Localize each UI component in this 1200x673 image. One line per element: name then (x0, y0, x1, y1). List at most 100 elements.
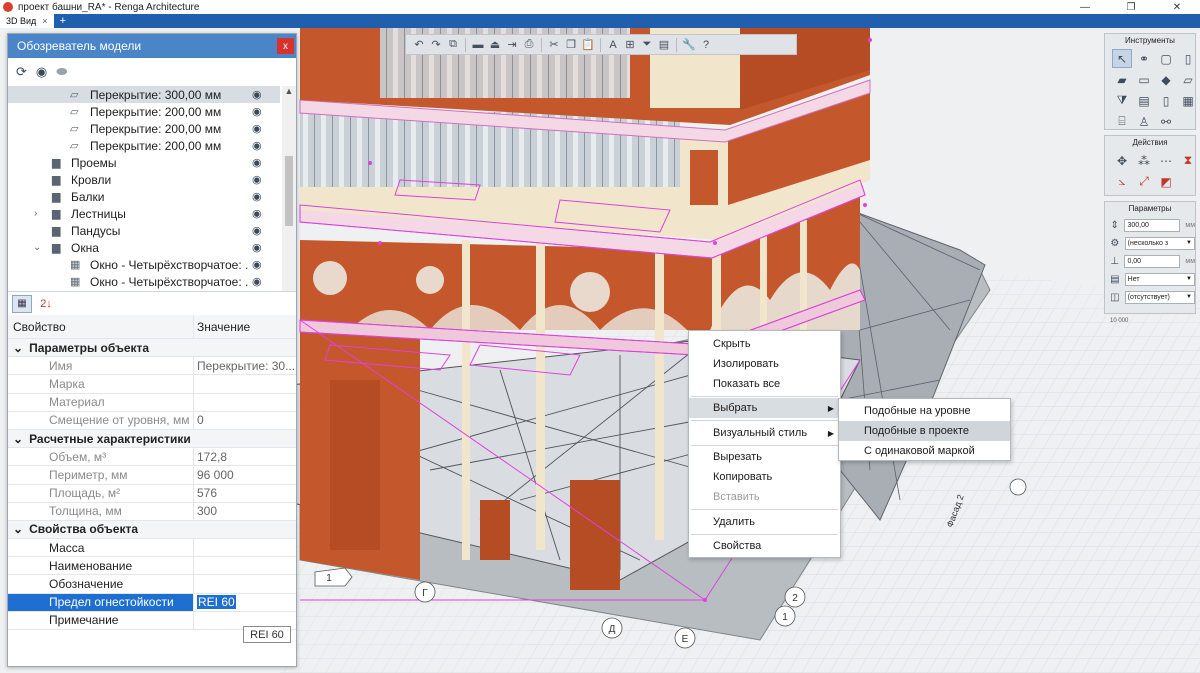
help-icon[interactable]: ? (699, 38, 713, 52)
print-icon[interactable]: ⎙ (522, 38, 536, 52)
add-tab-button[interactable]: + (60, 15, 66, 27)
eye-icon[interactable]: ◉ (252, 241, 262, 254)
paste-icon[interactable]: 📋 (581, 38, 595, 52)
scroll-up-icon[interactable]: ▲ (282, 86, 296, 98)
tab-close-icon[interactable]: × (42, 16, 47, 26)
property-row-selected[interactable]: Предел огнестойкости REI 60 (8, 593, 296, 612)
railing-tool-icon[interactable]: ⌸ (1112, 112, 1132, 131)
hatch-select[interactable]: Нет ▼ (1124, 272, 1195, 286)
eye-icon[interactable]: ◉ (252, 88, 262, 101)
text-icon[interactable]: A (606, 38, 620, 52)
visibility-icon[interactable]: ◉ (36, 64, 47, 80)
eye-icon[interactable]: ◉ (252, 156, 262, 169)
eye-icon[interactable]: ◉ (252, 190, 262, 203)
level-icon[interactable]: ⏏ (488, 38, 502, 52)
menu-item-show-all[interactable]: Показать все (689, 374, 840, 394)
stair-tool-icon[interactable]: ⧩ (1112, 91, 1132, 110)
autocomplete-tooltip[interactable]: REI 60 (243, 626, 291, 643)
property-row[interactable]: Площадь, м² 576 (8, 484, 296, 503)
tree-item[interactable]: ▱ Перекрытие: 200,00 мм ◉ (8, 137, 280, 154)
tree-item[interactable]: ▦ Окно - Четырёхстворчатое: ... ◉ (8, 273, 280, 290)
eye-icon[interactable]: ◉ (252, 122, 262, 135)
filter-icon[interactable]: ⏷ (640, 38, 654, 52)
tree-item[interactable]: ▦ Окно - Четырёхстворчатое: ... ◉ (8, 256, 280, 273)
cut-paste-icon[interactable]: ▬ (471, 38, 485, 52)
eye-icon[interactable]: ◉ (252, 139, 262, 152)
offset-input[interactable]: 0,00 (1124, 254, 1181, 268)
floor-tool-icon[interactable]: ▱ (1178, 70, 1198, 89)
property-row[interactable]: Периметр, мм 96 000 (8, 466, 296, 485)
dash-icon[interactable]: ⋯ (1156, 151, 1176, 170)
property-value[interactable] (194, 375, 296, 392)
copy-move-icon[interactable]: ◩ (1156, 172, 1176, 191)
property-row[interactable]: Наименование (8, 557, 296, 576)
thickness-input[interactable]: 300,00 (1124, 218, 1181, 232)
tag-icon[interactable]: ⊞ (623, 38, 637, 52)
tree-item[interactable]: ▆ Кровли ◉ (8, 171, 280, 188)
property-group[interactable]: ⌄ Параметры объекта (8, 339, 296, 358)
close-panel-button[interactable]: x (277, 38, 294, 54)
wrench-icon[interactable]: 🔧 (682, 38, 696, 52)
window-tool-icon[interactable]: ▦ (1178, 91, 1198, 110)
redo-icon[interactable]: ↷ (429, 38, 443, 52)
refresh-icon[interactable]: ⟳ (16, 64, 27, 80)
property-value[interactable] (194, 557, 296, 574)
property-row[interactable]: Смещение от уровня, мм 0 (8, 411, 296, 430)
eye-icon[interactable]: ◉ (252, 173, 262, 186)
submenu-similar-on-level[interactable]: Подобные на уровне (839, 401, 1010, 421)
eye-icon[interactable]: ◉ (252, 105, 262, 118)
tab-3d-view[interactable]: 3D Вид × (0, 14, 54, 28)
tree-item[interactable]: ▱ Перекрытие: 300,00 мм ◉ (8, 86, 280, 103)
column-tool-icon[interactable]: ▯ (1178, 49, 1198, 68)
rotate-icon[interactable]: ⦣ (1112, 172, 1132, 191)
property-row[interactable]: Марка (8, 375, 296, 394)
move-icon[interactable]: ✥ (1112, 151, 1132, 170)
property-row[interactable]: Обозначение (8, 575, 296, 594)
eye-icon[interactable]: ◉ (252, 258, 262, 271)
minimize-button[interactable]: — (1062, 0, 1108, 14)
menu-item-copy[interactable]: Копировать (689, 467, 840, 487)
submenu-same-mark[interactable]: С одинаковой маркой (839, 441, 1010, 461)
tree-item[interactable]: ⌄ ▆ Окна ◉ (8, 239, 280, 256)
property-row[interactable]: Масса (8, 539, 296, 558)
roof-tool-icon[interactable]: ◆ (1156, 70, 1176, 89)
scroll-thumb[interactable] (285, 156, 293, 226)
tree-item[interactable]: ▆ Пандусы ◉ (8, 222, 280, 239)
undo-icon[interactable]: ↶ (412, 38, 426, 52)
view-icon[interactable]: ▤ (657, 38, 671, 52)
shape-icon[interactable]: ⬬ (56, 64, 67, 80)
copy-icon[interactable]: ⧉ (446, 38, 460, 52)
mirror-icon[interactable]: ⧗ (1178, 151, 1198, 170)
scissors-icon[interactable]: ✂ (547, 38, 561, 52)
opening-tool-icon[interactable]: ▤ (1134, 91, 1154, 110)
collapse-chevron-icon[interactable]: ⌄ (33, 242, 41, 253)
eye-icon[interactable]: ◉ (252, 224, 262, 237)
property-row[interactable]: Материал (8, 393, 296, 412)
eye-icon[interactable]: ◉ (252, 275, 262, 288)
export-icon[interactable]: ⇥ (505, 38, 519, 52)
property-row[interactable]: Толщина, мм 300 (8, 502, 296, 521)
room-tool-icon[interactable]: ▢ (1156, 49, 1176, 68)
select-tool-icon[interactable]: ↖ (1112, 49, 1132, 68)
property-group[interactable]: ⌄ Расчетные характеристики (8, 429, 296, 449)
menu-item-isolate[interactable]: Изолировать (689, 354, 840, 374)
property-value[interactable] (194, 394, 296, 411)
tree-item[interactable]: ▱ Перекрытие: 200,00 мм ◉ (8, 103, 280, 120)
tree-scrollbar[interactable]: ▲ (282, 86, 296, 291)
sort-alpha-icon[interactable]: 2↓ (36, 295, 56, 313)
material-select[interactable]: (несколько з ▼ (1124, 236, 1195, 250)
property-value-text[interactable]: REI 60 (197, 595, 236, 610)
property-row[interactable]: Имя Перекрытие: 30... (8, 357, 296, 376)
property-row[interactable]: Объем, м³ 172,8 (8, 448, 296, 467)
menu-item-cut[interactable]: Вырезать (689, 447, 840, 467)
equipment-tool-icon[interactable]: ♙ (1134, 112, 1154, 131)
slab-tool-icon[interactable]: ▰ (1112, 70, 1132, 89)
style-select[interactable]: (отсутствует) ▼ (1124, 290, 1195, 304)
scale-icon[interactable]: ⤢ (1134, 172, 1154, 191)
property-value[interactable] (194, 575, 296, 592)
property-value[interactable] (194, 539, 296, 556)
tree-item[interactable]: ▆ Балки ◉ (8, 188, 280, 205)
menu-item-hide[interactable]: Скрыть (689, 334, 840, 354)
tree-item[interactable]: ▱ Перекрытие: 200,00 мм ◉ (8, 120, 280, 137)
property-group[interactable]: ⌄ Свойства объекта (8, 520, 296, 540)
